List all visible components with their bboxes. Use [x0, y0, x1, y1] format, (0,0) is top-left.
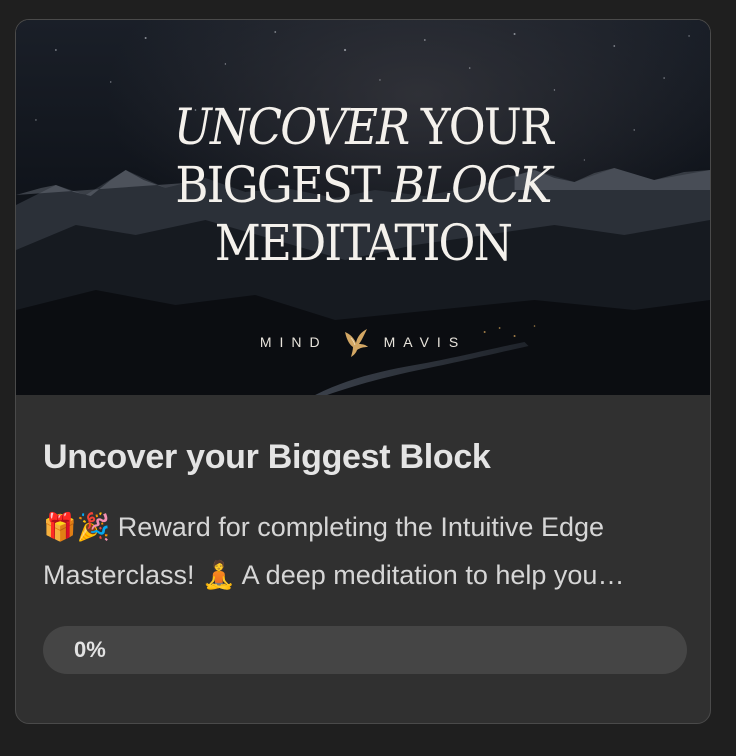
cover-headline-word-uncover: UNCOVER	[173, 98, 410, 156]
course-description: 🎁🎉 Reward for completing the Intuitive E…	[43, 512, 605, 590]
cover-headline-word-meditation: MEDITATION	[214, 214, 513, 272]
cover-headline-word-block: BLOCK	[391, 156, 553, 214]
cover-headline-word-biggest: BIGGEST	[175, 156, 392, 214]
course-cover-image[interactable]: UNCOVER YOUR BIGGEST BLOCK MEDITATION MI…	[16, 20, 710, 395]
progress-bar: 0%	[43, 626, 687, 674]
course-card[interactable]: UNCOVER YOUR BIGGEST BLOCK MEDITATION MI…	[15, 19, 711, 724]
progress-percentage: 0%	[74, 637, 106, 662]
hummingbird-icon	[344, 329, 368, 357]
brand-logo: MIND MAVIS	[16, 326, 710, 358]
card-body: Uncover your Biggest Block 🎁🎉 Reward for…	[16, 395, 710, 674]
cover-headline: UNCOVER YOUR BIGGEST BLOCK MEDITATION	[51, 98, 676, 272]
brand-name-left: MIND	[259, 334, 328, 350]
brand-name-right: MAVIS	[383, 334, 467, 350]
course-title[interactable]: Uncover your Biggest Block	[43, 395, 683, 477]
cover-headline-word-your: YOUR	[408, 98, 554, 156]
